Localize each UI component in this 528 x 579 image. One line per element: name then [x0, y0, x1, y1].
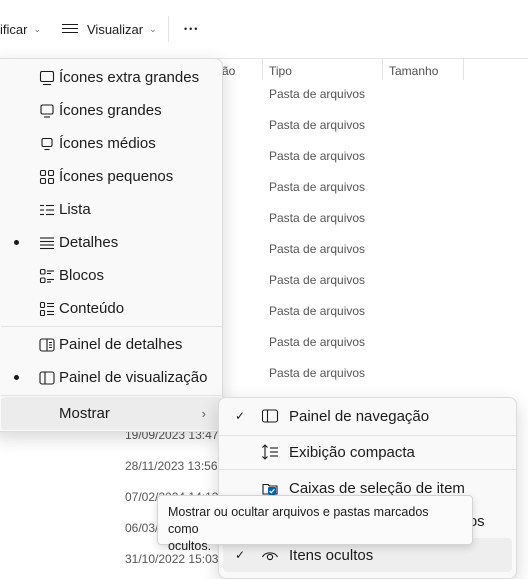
view-label: Visualizar — [87, 21, 144, 37]
column-divider[interactable] — [382, 58, 383, 80]
file-type-cell: Pasta de arquivos — [269, 273, 366, 287]
column-header-label: Tipo — [269, 64, 292, 78]
file-type-cell: Pasta de arquivos — [269, 211, 366, 225]
chevron-down-icon: ⌄ — [33, 23, 41, 34]
submenu-item-compact-view[interactable]: Exibição compacta — [219, 435, 516, 469]
menu-item-preview-pane[interactable]: Painel de visualização — [1, 361, 222, 394]
file-type-cell: Pasta de arquivos — [269, 242, 366, 256]
more-icon: ••• — [184, 24, 200, 34]
menu-separator — [1, 395, 222, 396]
submenu-item-label: Exibição compacta — [289, 443, 415, 461]
view-menu: Ícones extra grandes Ícones grandes Ícon… — [0, 58, 223, 432]
submenu-item-label: Painel de navegação — [289, 407, 430, 425]
column-header-date[interactable]: ão — [222, 61, 235, 81]
file-type-cell: Pasta de arquivos — [269, 366, 366, 380]
submenu-item-label: Caixas de seleção de item — [289, 479, 465, 497]
checkbox-icon — [262, 483, 278, 495]
menu-item-details[interactable]: Detalhes — [1, 226, 222, 259]
list-icon — [40, 204, 54, 215]
menu-item-extra-large-icons[interactable]: Ícones extra grandes — [1, 61, 222, 94]
menu-item-label: Ícones pequenos — [59, 168, 174, 185]
content-icon — [39, 301, 54, 316]
sort-button[interactable]: ificar ⌄ — [0, 14, 41, 44]
checkmark-icon: ✓ — [235, 409, 246, 423]
view-icon — [62, 23, 78, 35]
tooltip-text-line: Mostrar ou ocultar arquivos e pastas mar… — [168, 505, 429, 536]
menu-item-medium-icons[interactable]: Ícones médios — [1, 127, 222, 160]
menu-item-content[interactable]: Conteúdo — [1, 292, 222, 325]
column-header-label: ão — [222, 64, 236, 78]
file-date-cell: 06/03/ — [125, 521, 159, 535]
menu-item-label: Painel de detalhes — [59, 336, 183, 353]
column-header-size[interactable]: Tamanho — [389, 61, 438, 81]
menu-item-label: Detalhes — [59, 234, 119, 251]
details-icon — [40, 236, 54, 249]
menu-item-label: Conteúdo — [59, 300, 125, 317]
monitor-icon — [39, 70, 55, 85]
file-type-cell: Pasta de arquivos — [269, 87, 366, 101]
menu-separator — [219, 469, 516, 470]
menu-item-tiles[interactable]: Blocos — [1, 259, 222, 292]
submenu-item-navigation-pane[interactable]: ✓ Painel de navegação — [219, 399, 516, 433]
file-date-cell: 28/11/2023 13:56 — [125, 459, 218, 473]
file-type-cell: Pasta de arquivos — [269, 304, 366, 318]
menu-item-list[interactable]: Lista — [1, 193, 222, 226]
menu-item-label: Ícones extra grandes — [59, 69, 200, 86]
file-type-cell: Pasta de arquivos — [269, 335, 366, 349]
column-header-type[interactable]: Tipo — [269, 61, 292, 81]
menu-item-label: Blocos — [59, 267, 105, 284]
menu-item-label: Painel de visualização — [59, 369, 208, 386]
menu-item-large-icons[interactable]: Ícones grandes — [1, 94, 222, 127]
monitor-small-icon — [41, 137, 53, 150]
column-divider[interactable] — [463, 58, 464, 80]
menu-item-show[interactable]: Mostrar › — [1, 397, 222, 430]
details-pane-icon — [39, 337, 55, 352]
more-options-button[interactable]: ••• — [184, 14, 199, 44]
preview-pane-icon — [39, 370, 55, 385]
menu-item-details-pane[interactable]: Painel de detalhes — [1, 328, 222, 361]
chevron-down-icon: ⌄ — [149, 23, 157, 34]
chevron-right-icon: › — [201, 406, 206, 421]
command-bar: ificar ⌄ Visualizar ⌄ ••• — [0, 0, 528, 59]
menu-item-label: Lista — [59, 201, 91, 218]
compact-view-icon — [262, 444, 278, 460]
monitor-icon — [40, 103, 54, 118]
toolbar-divider — [168, 16, 169, 42]
menu-item-label: Ícones médios — [59, 135, 156, 152]
menu-item-label: Ícones grandes — [59, 102, 162, 119]
tiles-icon — [39, 268, 54, 283]
column-divider[interactable] — [262, 58, 263, 80]
grid-icon — [39, 169, 55, 184]
column-header-label: Tamanho — [389, 64, 439, 78]
selected-indicator-icon — [14, 375, 19, 380]
tooltip: Mostrar ou ocultar arquivos e pastas mar… — [157, 495, 473, 553]
file-type-cell: Pasta de arquivos — [269, 180, 366, 194]
file-type-cell: Pasta de arquivos — [269, 149, 366, 163]
menu-item-label: Mostrar — [59, 405, 110, 422]
tooltip-text-line: ocultos. — [168, 539, 212, 553]
menu-item-small-icons[interactable]: Ícones pequenos — [1, 160, 222, 193]
sort-label: ificar — [0, 21, 28, 37]
file-type-cell: Pasta de arquivos — [269, 118, 366, 132]
menu-separator — [1, 326, 222, 327]
navigation-pane-icon — [261, 409, 279, 423]
view-button[interactable]: Visualizar ⌄ — [62, 14, 157, 44]
selected-indicator-icon — [14, 240, 19, 245]
